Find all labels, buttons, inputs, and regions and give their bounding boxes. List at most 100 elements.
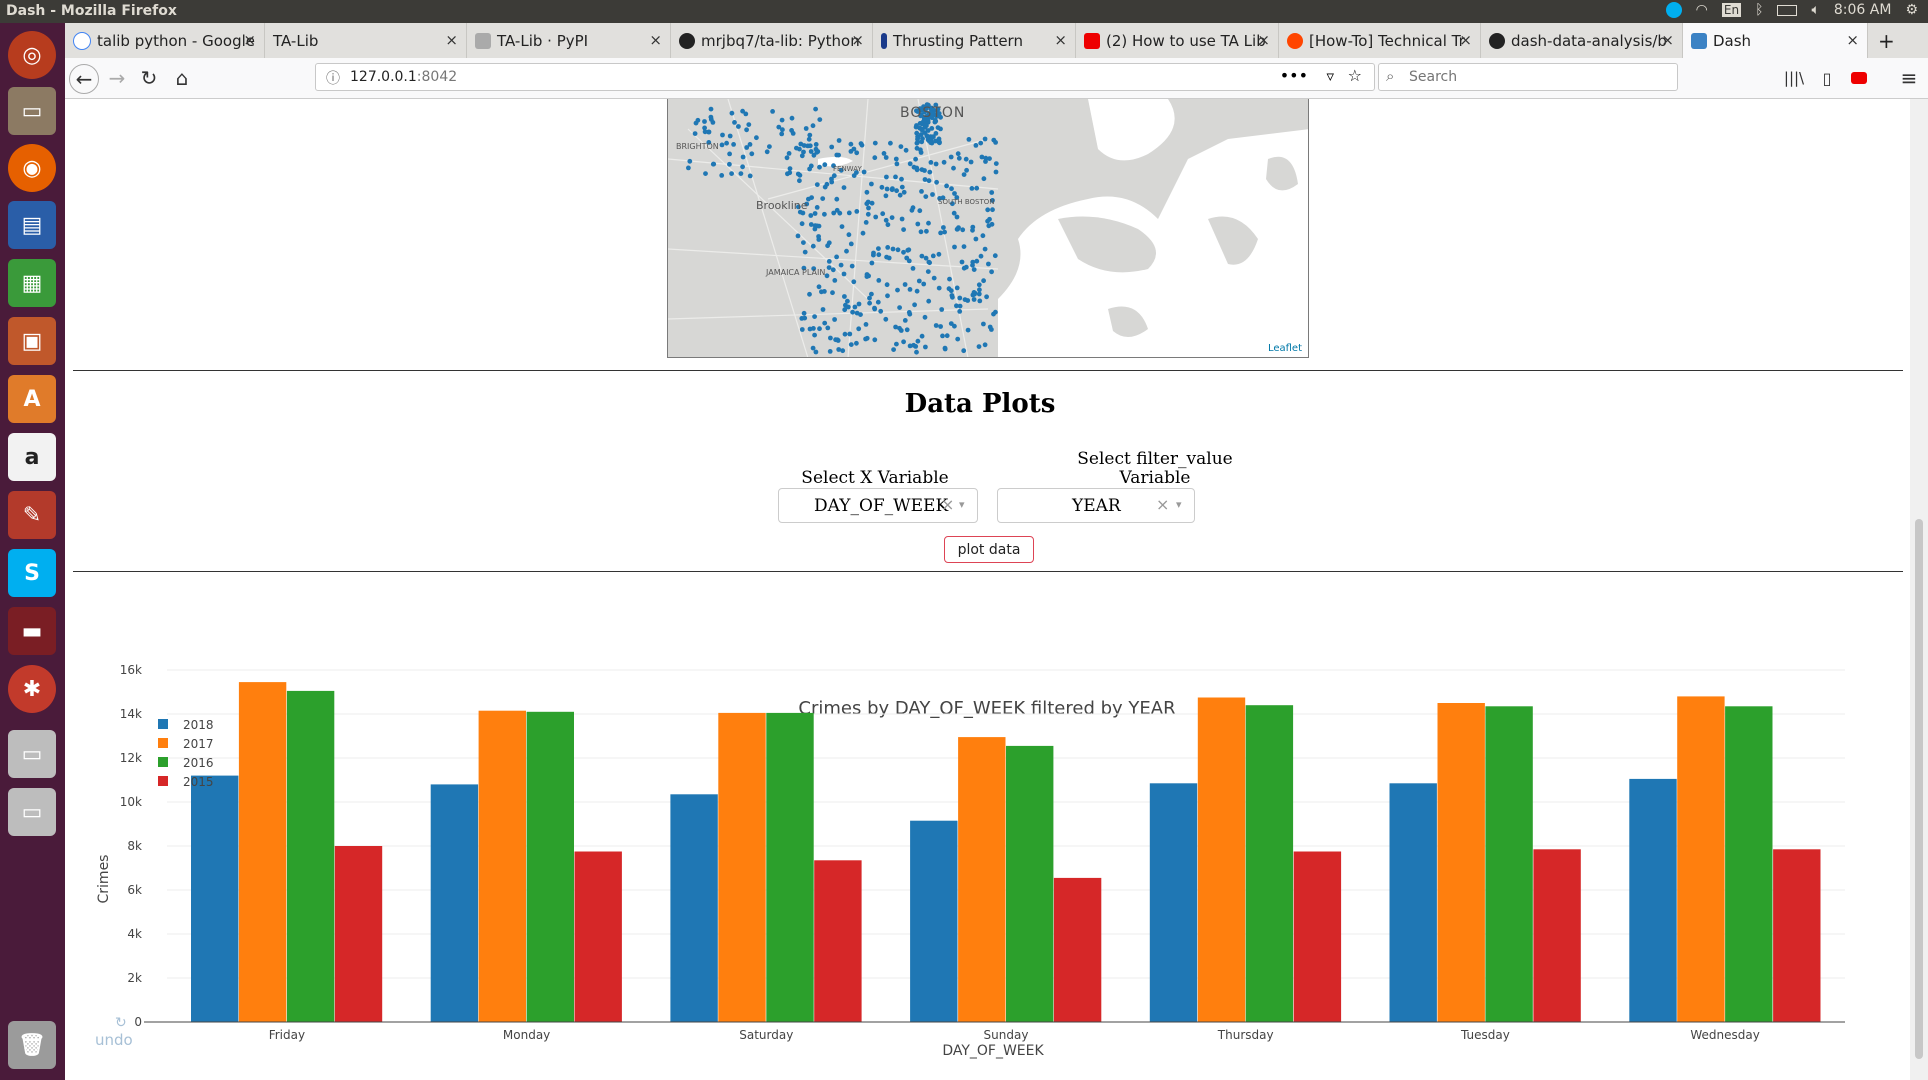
bar-2016-thursday[interactable] [1245,705,1294,1022]
page-scrollbar[interactable] [1910,99,1928,1080]
keyboard-lang[interactable]: En [1721,3,1742,17]
chevron-down-icon[interactable]: ▾ [1176,498,1182,511]
bar-2015-tuesday[interactable] [1533,849,1581,1022]
back-icon[interactable]: ← [69,64,99,94]
legend-swatch[interactable] [158,738,168,748]
tab-6[interactable]: (2) How to use TA Lib × [1076,23,1279,58]
close-icon[interactable]: × [1846,31,1859,49]
bar-2016-sunday[interactable] [1006,745,1054,1022]
writer-icon[interactable]: ▤ [8,201,56,249]
close-icon[interactable]: × [243,31,256,49]
search-input[interactable] [1407,68,1661,86]
tab-8[interactable]: dash-data-analysis/b × [1481,23,1683,58]
bar-2017-sunday[interactable] [958,737,1006,1022]
close-icon[interactable]: × [1257,31,1270,49]
sidebar-icon[interactable]: ▯ [1813,64,1841,92]
bar-2017-friday[interactable] [238,682,287,1022]
chart-bars[interactable] [191,682,1821,1022]
clear-icon[interactable]: × [1156,495,1169,514]
menu-icon[interactable]: ≡ [1895,64,1923,92]
bar-2017-thursday[interactable] [1197,697,1246,1023]
close-icon[interactable]: × [649,31,662,49]
bar-2016-wednesday[interactable] [1725,706,1773,1022]
clock[interactable]: 8:06 AM [1834,2,1892,18]
reload-icon[interactable]: ↻ [135,64,163,92]
undo-label[interactable]: undo [95,1031,133,1049]
software-center-icon[interactable]: A [8,375,56,423]
bar-2015-monday[interactable] [574,851,622,1023]
youtube-ext-icon[interactable] [1845,64,1873,92]
tab-4[interactable]: mrjbq7/ta-lib: Python × [671,23,873,58]
amazon-icon[interactable]: a [8,433,56,481]
bar-2018-friday[interactable] [191,775,239,1022]
bar-2015-sunday[interactable] [1053,877,1102,1022]
legend-label[interactable]: 2017 [183,737,214,751]
bar-2017-saturday[interactable] [718,712,766,1022]
legend-swatch[interactable] [158,776,168,786]
home-icon[interactable]: ⌂ [168,64,196,92]
bar-2016-monday[interactable] [526,711,574,1022]
network-icon[interactable]: ✱ [8,665,56,713]
scrollbar-thumb[interactable] [1915,519,1923,1059]
bar-2017-monday[interactable] [478,710,526,1022]
skype-tray-icon[interactable] [1665,2,1682,18]
undo-icon[interactable]: ↻ [115,1015,127,1031]
volume-icon[interactable]: 🔈︎ [1811,2,1819,18]
tab-1[interactable]: talib python - Google × [65,23,265,58]
bar-2018-monday[interactable] [430,784,479,1022]
bar-2017-wednesday[interactable] [1677,696,1725,1022]
bar-2015-saturday[interactable] [814,860,862,1022]
pocket-icon[interactable]: ▿ [1326,67,1334,85]
battery-icon[interactable] [1777,4,1798,16]
library-icon[interactable]: |||\ [1780,64,1808,92]
bar-2018-tuesday[interactable] [1389,783,1437,1022]
bar-2015-friday[interactable] [334,846,383,1022]
bookmark-star-icon[interactable]: ☆ [1348,66,1362,85]
clear-icon[interactable]: × [941,495,954,514]
tab-7[interactable]: [How-To] Technical Tr × [1279,23,1481,58]
close-icon[interactable]: × [1459,31,1472,49]
bar-2016-tuesday[interactable] [1485,706,1533,1022]
drive-icon[interactable]: ▭ [8,730,56,778]
firefox-icon[interactable]: ◉ [8,144,56,192]
impress-icon[interactable]: ▣ [8,317,56,365]
files-icon[interactable]: ▭ [8,87,56,135]
tab-5[interactable]: Thrusting Pattern × [873,23,1076,58]
bar-2016-friday[interactable] [286,690,335,1022]
legend-label[interactable]: 2015 [183,775,214,789]
close-icon[interactable]: × [1054,31,1067,49]
wifi-icon[interactable]: ◠ [1696,2,1708,18]
calc-icon[interactable]: ▦ [8,259,56,307]
skype-icon[interactable]: S [8,549,56,597]
trash-icon[interactable]: 🗑︎ [8,1021,56,1069]
new-tab-button[interactable]: + [1870,23,1900,58]
bar-2017-tuesday[interactable] [1437,703,1485,1022]
close-icon[interactable]: × [445,31,458,49]
close-icon[interactable]: × [1661,31,1674,49]
legend-label[interactable]: 2016 [183,756,214,770]
drive-2-icon[interactable]: ▭ [8,788,56,836]
x-variable-dropdown[interactable]: DAY_OF_WEEK × ▾ [778,488,978,523]
chevron-down-icon[interactable]: ▾ [959,498,965,511]
bar-2018-saturday[interactable] [670,794,718,1022]
forward-icon[interactable]: → [103,64,131,92]
close-icon[interactable]: × [851,31,864,49]
filter-variable-dropdown[interactable]: YEAR × ▾ [997,488,1195,523]
bar-2016-saturday[interactable] [766,712,814,1022]
undo-control[interactable]: ↻ undo [95,1015,133,1049]
tab-9-active[interactable]: Dash × [1683,23,1868,58]
bar-2018-wednesday[interactable] [1629,778,1677,1022]
chart-legend[interactable]: 2018 2017 2016 2015 [158,718,214,789]
crime-map[interactable]: BOSTON BRIGHTON Brookline JAMAICA PLAIN … [667,99,1309,358]
bar-2018-thursday[interactable] [1149,783,1198,1022]
legend-swatch[interactable] [158,757,168,767]
gear-icon[interactable]: ⚙ [1905,2,1918,18]
crimes-bar-chart[interactable]: Crimes by DAY_OF_WEEK filtered by YEAR 0… [65,579,1910,1080]
page-actions-icon[interactable]: ••• [1280,66,1308,85]
legend-swatch[interactable] [158,719,168,729]
search-bar[interactable]: ⌕ [1378,63,1678,91]
bar-2015-thursday[interactable] [1293,851,1342,1023]
bar-2018-sunday[interactable] [910,820,958,1022]
tab-3[interactable]: TA-Lib · PyPI × [467,23,671,58]
url-bar[interactable]: ⓘ 127.0.0.1:8042 ••• ▿ ☆ [315,63,1375,91]
